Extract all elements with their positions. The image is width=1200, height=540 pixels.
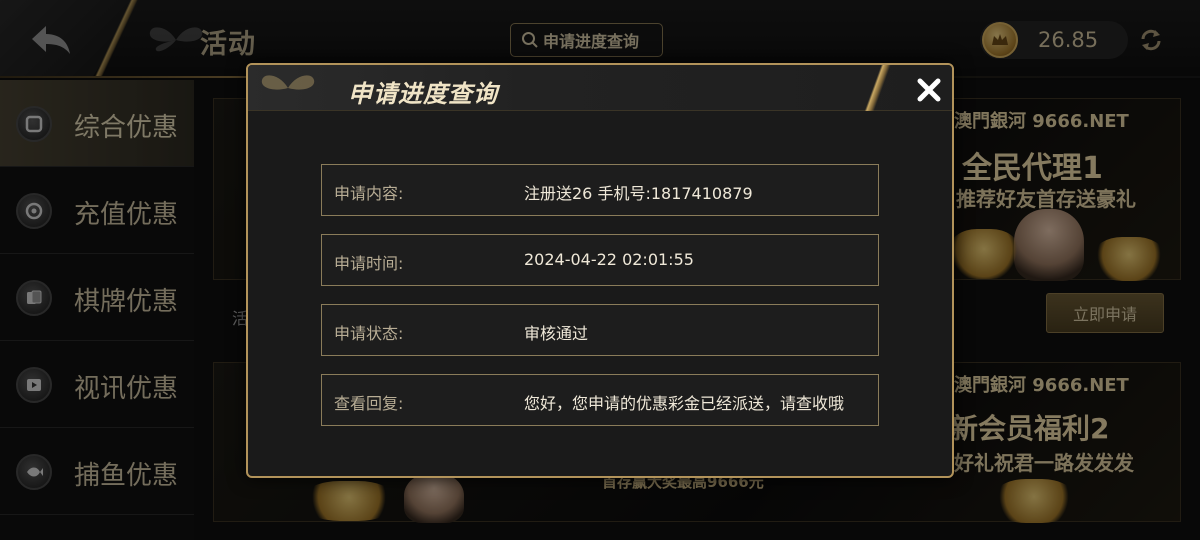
application-status-row: 申请状态: 审核通过 [321, 304, 879, 356]
close-icon [917, 78, 941, 102]
view-reply-row: 查看回复: 您好，您申请的优惠彩金已经派送，请查收哦 [321, 374, 879, 426]
dialog-header: 申请进度查询 [248, 65, 952, 111]
butterfly-logo-icon [261, 75, 315, 90]
application-progress-dialog: 申请进度查询 申请内容: 注册送26 手机号:1817410879 申请时间: … [246, 63, 954, 478]
application-content-row: 申请内容: 注册送26 手机号:1817410879 [321, 164, 879, 216]
row-label: 申请时间: [334, 254, 404, 273]
row-value: 审核通过 [524, 324, 589, 343]
row-value: 您好，您申请的优惠彩金已经派送，请查收哦 [524, 394, 845, 413]
row-value: 2024-04-22 02:01:55 [524, 250, 694, 269]
row-value: 注册送26 手机号:1817410879 [524, 184, 753, 203]
row-label: 查看回复: [334, 394, 404, 413]
row-label: 申请状态: [334, 324, 404, 343]
close-dialog-button[interactable] [912, 73, 946, 107]
row-label: 申请内容: [334, 184, 404, 203]
dialog-title: 申请进度查询 [348, 80, 498, 108]
application-time-row: 申请时间: 2024-04-22 02:01:55 [321, 234, 879, 286]
